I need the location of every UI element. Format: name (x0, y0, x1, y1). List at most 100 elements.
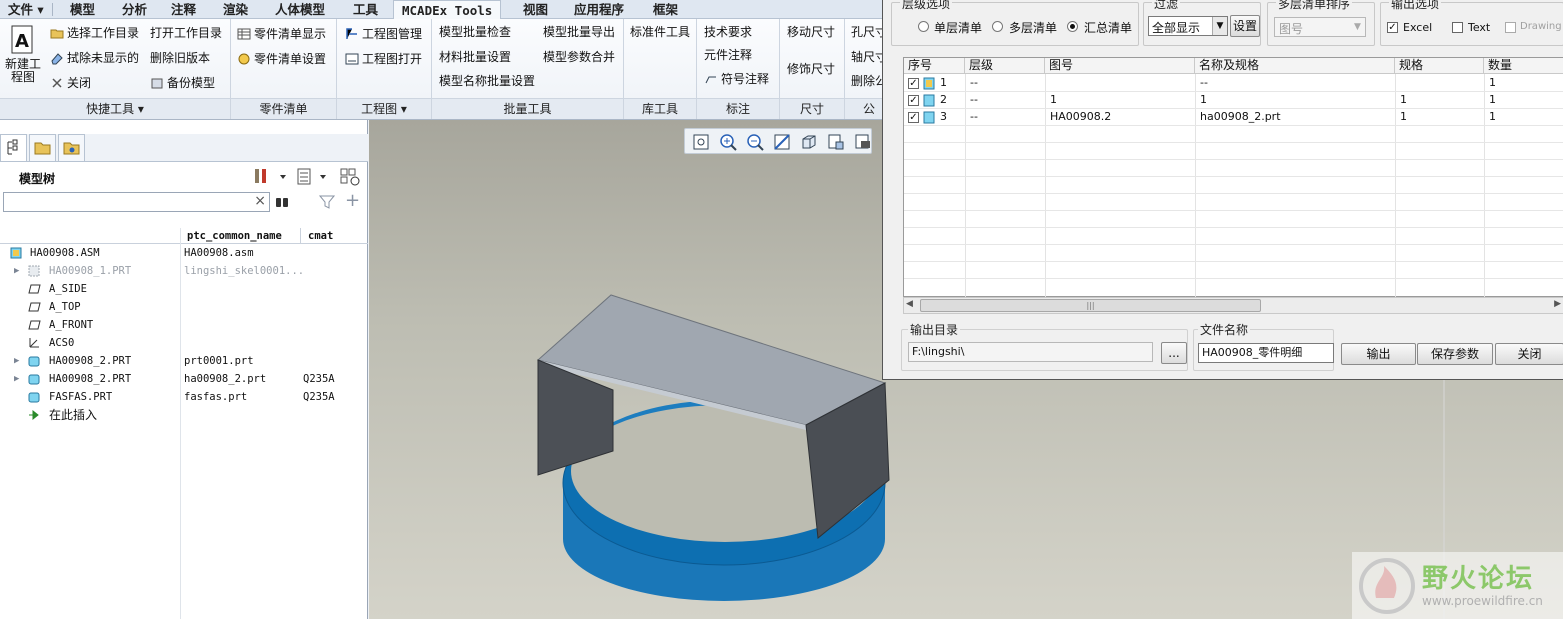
select-workdir-button[interactable]: 选择工作目录 (50, 23, 139, 43)
sort-select[interactable]: 图号 ▼ (1274, 17, 1366, 37)
output-dir-field[interactable]: F:\lingshi\ (908, 342, 1153, 362)
tree-search-input[interactable]: × (3, 192, 270, 212)
tree-row-csys[interactable]: ACS0 (0, 334, 368, 352)
backup-model-button[interactable]: 备份模型 (150, 73, 215, 93)
symbol-note-button[interactable]: 符号注释 (704, 69, 769, 89)
col-qty[interactable]: 数量 (1484, 58, 1563, 74)
shaft-dim-button[interactable]: 轴尺寸 (851, 47, 882, 67)
tab-folder-browser[interactable] (29, 134, 56, 162)
group-quick-tools[interactable]: 快捷工具 ▾ (0, 98, 230, 119)
tree-row-part[interactable]: ▶ HA00908_1.PRT lingshi_skel0001... (0, 262, 368, 280)
funnel-icon[interactable] (318, 194, 336, 210)
batch-export-button[interactable]: 模型批量导出 (543, 22, 615, 42)
browse-dir-button[interactable]: ... (1161, 342, 1187, 364)
scroll-thumb[interactable]: ||| (920, 299, 1261, 312)
menu-annotate[interactable]: 注释 (163, 0, 204, 19)
col-no[interactable]: 序号 (904, 58, 965, 74)
col-common-name[interactable]: ptc_common_name (187, 230, 282, 242)
refit-icon[interactable] (691, 132, 711, 152)
row-checkbox[interactable]: ✓ (908, 112, 919, 123)
row-checkbox[interactable]: ✓ (908, 95, 919, 106)
batch-material-button[interactable]: 材料批量设置 (439, 47, 511, 67)
clear-search-icon[interactable]: × (254, 193, 266, 209)
table-row[interactable]: ✓ 3 -- HA00908.2 ha00908_2.prt 1 1 (904, 109, 1563, 126)
group-drawing[interactable]: 工程图 ▾ (337, 98, 431, 119)
delete-old-versions-button[interactable]: 删除旧版本 (150, 48, 210, 68)
col-cmat[interactable]: cmat (308, 230, 333, 242)
zoom-in-icon[interactable] (718, 132, 738, 152)
cosmetic-dim-button[interactable]: 修饰尺寸 (787, 59, 835, 79)
tree-columns-button[interactable] (296, 167, 332, 187)
close-dialog-button[interactable]: 关闭 (1495, 343, 1563, 365)
expand-arrow-icon[interactable]: ▶ (14, 370, 19, 388)
grid-horizontal-scrollbar[interactable]: ◀ ||| ▶ (903, 297, 1563, 314)
tab-model-tree[interactable] (0, 134, 27, 162)
param-merge-button[interactable]: 模型参数合并 (543, 47, 615, 67)
tree-row-insert-here[interactable]: 在此插入 (0, 406, 368, 424)
menu-model[interactable]: 模型 (62, 0, 103, 19)
table-row[interactable]: ✓ 1 -- -- 1 (904, 75, 1563, 92)
table-row[interactable]: ✓ 2 -- 1 1 1 1 (904, 92, 1563, 109)
zoom-out-icon[interactable] (745, 132, 765, 152)
tree-row-part[interactable]: FASFAS.PRT fasfas.prt Q235A (0, 388, 368, 406)
menu-framework[interactable]: 框架 (645, 0, 686, 19)
binoculars-icon[interactable] (274, 194, 290, 210)
tree-row-asm[interactable]: HA00908.ASM HA00908.asm (0, 244, 368, 262)
menu-mcadex-tools[interactable]: MCADEx Tools (393, 0, 502, 19)
export-button[interactable]: 输出 (1341, 343, 1416, 365)
scroll-left-icon[interactable]: ◀ (906, 299, 913, 309)
add-icon[interactable]: + (345, 192, 360, 210)
bom-settings-button[interactable]: 零件清单设置 (237, 49, 326, 69)
drawing-checkbox[interactable] (1505, 22, 1516, 33)
filter-select[interactable]: 全部显示 ▼ (1148, 16, 1228, 36)
move-dim-button[interactable]: 移动尺寸 (787, 22, 835, 42)
excel-checkbox[interactable]: ✓ (1387, 22, 1398, 33)
hole-dim-button[interactable]: 孔尺寸 (851, 22, 882, 42)
saved-views-icon[interactable] (826, 132, 846, 152)
menu-analysis[interactable]: 分析 (114, 0, 155, 19)
close-button[interactable]: 关闭 (50, 73, 91, 93)
tree-row-datum[interactable]: A_TOP (0, 298, 368, 316)
menu-view[interactable]: 视图 (515, 0, 556, 19)
tree-row-datum[interactable]: A_FRONT (0, 316, 368, 334)
single-level-radio[interactable] (918, 21, 929, 32)
col-drawing-no[interactable]: 图号 (1045, 58, 1195, 74)
tree-row-part[interactable]: ▶ HA00908_2.PRT prt0001.prt (0, 352, 368, 370)
filter-settings-button[interactable]: 设置 (1230, 15, 1260, 37)
expand-arrow-icon[interactable]: ▶ (14, 352, 19, 370)
open-workdir-button[interactable]: 打开工作目录 (150, 23, 222, 43)
view-manager-icon[interactable] (853, 132, 873, 152)
scroll-right-icon[interactable]: ▶ (1554, 299, 1561, 309)
erase-hidden-button[interactable]: 拭除未显示的 (50, 48, 139, 68)
tree-settings-button[interactable] (252, 167, 288, 187)
menu-applications[interactable]: 应用程序 (566, 0, 632, 19)
multi-level-radio[interactable] (992, 21, 1003, 32)
col-name-spec[interactable]: 名称及规格 (1195, 58, 1395, 74)
drawing-manage-button[interactable]: 工程图管理 (345, 24, 422, 44)
menu-file[interactable]: 文件 ▾ (0, 0, 52, 19)
batch-name-button[interactable]: 模型名称批量设置 (439, 71, 535, 91)
col-level[interactable]: 层级 (965, 58, 1045, 74)
tree-filter-display-button[interactable] (340, 167, 362, 187)
file-name-input[interactable]: HA00908_零件明细 (1198, 343, 1334, 363)
new-drawing-button[interactable]: A 新建工程图 (4, 23, 42, 95)
delete-tol-button[interactable]: 删除公 (851, 71, 882, 91)
tab-favorites[interactable] (58, 134, 85, 162)
summary-radio[interactable] (1067, 21, 1078, 32)
tree-row-datum[interactable]: A_SIDE (0, 280, 368, 298)
col-spec[interactable]: 规格 (1395, 58, 1484, 74)
repaint-icon[interactable] (772, 132, 792, 152)
component-note-button[interactable]: 元件注释 (704, 45, 752, 65)
bom-show-button[interactable]: 零件清单显示 (237, 24, 326, 44)
text-checkbox[interactable] (1452, 22, 1463, 33)
expand-arrow-icon[interactable]: ▶ (14, 262, 19, 280)
drawing-open-button[interactable]: 工程图打开 (345, 49, 422, 69)
batch-check-button[interactable]: 模型批量检查 (439, 22, 511, 42)
row-checkbox[interactable]: ✓ (908, 78, 919, 89)
menu-tools[interactable]: 工具 (345, 0, 386, 19)
save-params-button[interactable]: 保存参数 (1417, 343, 1493, 365)
std-part-tool-button[interactable]: 标准件工具 (630, 22, 690, 42)
display-style-icon[interactable] (799, 132, 819, 152)
menu-render[interactable]: 渲染 (215, 0, 256, 19)
tree-row-part[interactable]: ▶ HA00908_2.PRT ha00908_2.prt Q235A (0, 370, 368, 388)
